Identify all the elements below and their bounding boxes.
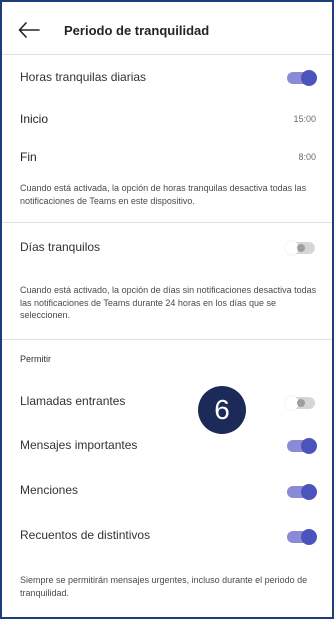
page-title: Periodo de tranquilidad	[64, 23, 210, 38]
start-time-label: Inicio	[20, 112, 49, 126]
allow-footer-note: Siempre se permitirán mensajes urgentes,…	[20, 575, 308, 598]
toggle-knob	[301, 529, 317, 545]
divider	[2, 339, 332, 340]
divider	[2, 222, 332, 223]
divider	[2, 54, 332, 55]
allow-item-incoming-calls-label: Llamadas entrantes	[20, 394, 126, 408]
important-messages-toggle[interactable]	[287, 438, 317, 454]
toggle-knob	[301, 438, 317, 454]
allow-section-title: Permitir	[20, 354, 51, 364]
end-time-label: Fin	[20, 150, 37, 164]
daily-quiet-hours-description: Cuando está activada, la opción de horas…	[20, 183, 307, 206]
toggle-knob	[301, 484, 317, 500]
badge-counts-toggle[interactable]	[287, 529, 317, 545]
step-number-badge: 6	[198, 386, 246, 434]
toggle-knob	[301, 70, 317, 86]
quiet-days-label: Días tranquilos	[20, 240, 101, 254]
screen-frame: Periodo de tranquilidad Horas tranquilas…	[0, 0, 334, 619]
daily-quiet-hours-label: Horas tranquilas diarias	[20, 70, 147, 84]
allow-item-badge-counts-label: Recuentos de distintivos	[20, 528, 151, 542]
end-time-value[interactable]: 8:00	[298, 152, 316, 162]
allow-item-mentions-label: Menciones	[20, 483, 79, 497]
start-time-value[interactable]: 15:00	[293, 114, 316, 124]
toggle-knob	[285, 396, 305, 410]
quiet-days-toggle[interactable]	[285, 241, 315, 255]
back-arrow-icon[interactable]	[18, 22, 40, 38]
allow-item-important-messages-label: Mensajes importantes	[20, 438, 138, 452]
toggle-knob	[285, 241, 305, 255]
mentions-toggle[interactable]	[287, 484, 317, 500]
incoming-calls-toggle[interactable]	[285, 396, 315, 410]
daily-quiet-hours-toggle[interactable]	[287, 70, 317, 86]
quiet-days-description: Cuando está activado, la opción de días …	[20, 285, 317, 320]
header: Periodo de tranquilidad	[2, 2, 332, 58]
